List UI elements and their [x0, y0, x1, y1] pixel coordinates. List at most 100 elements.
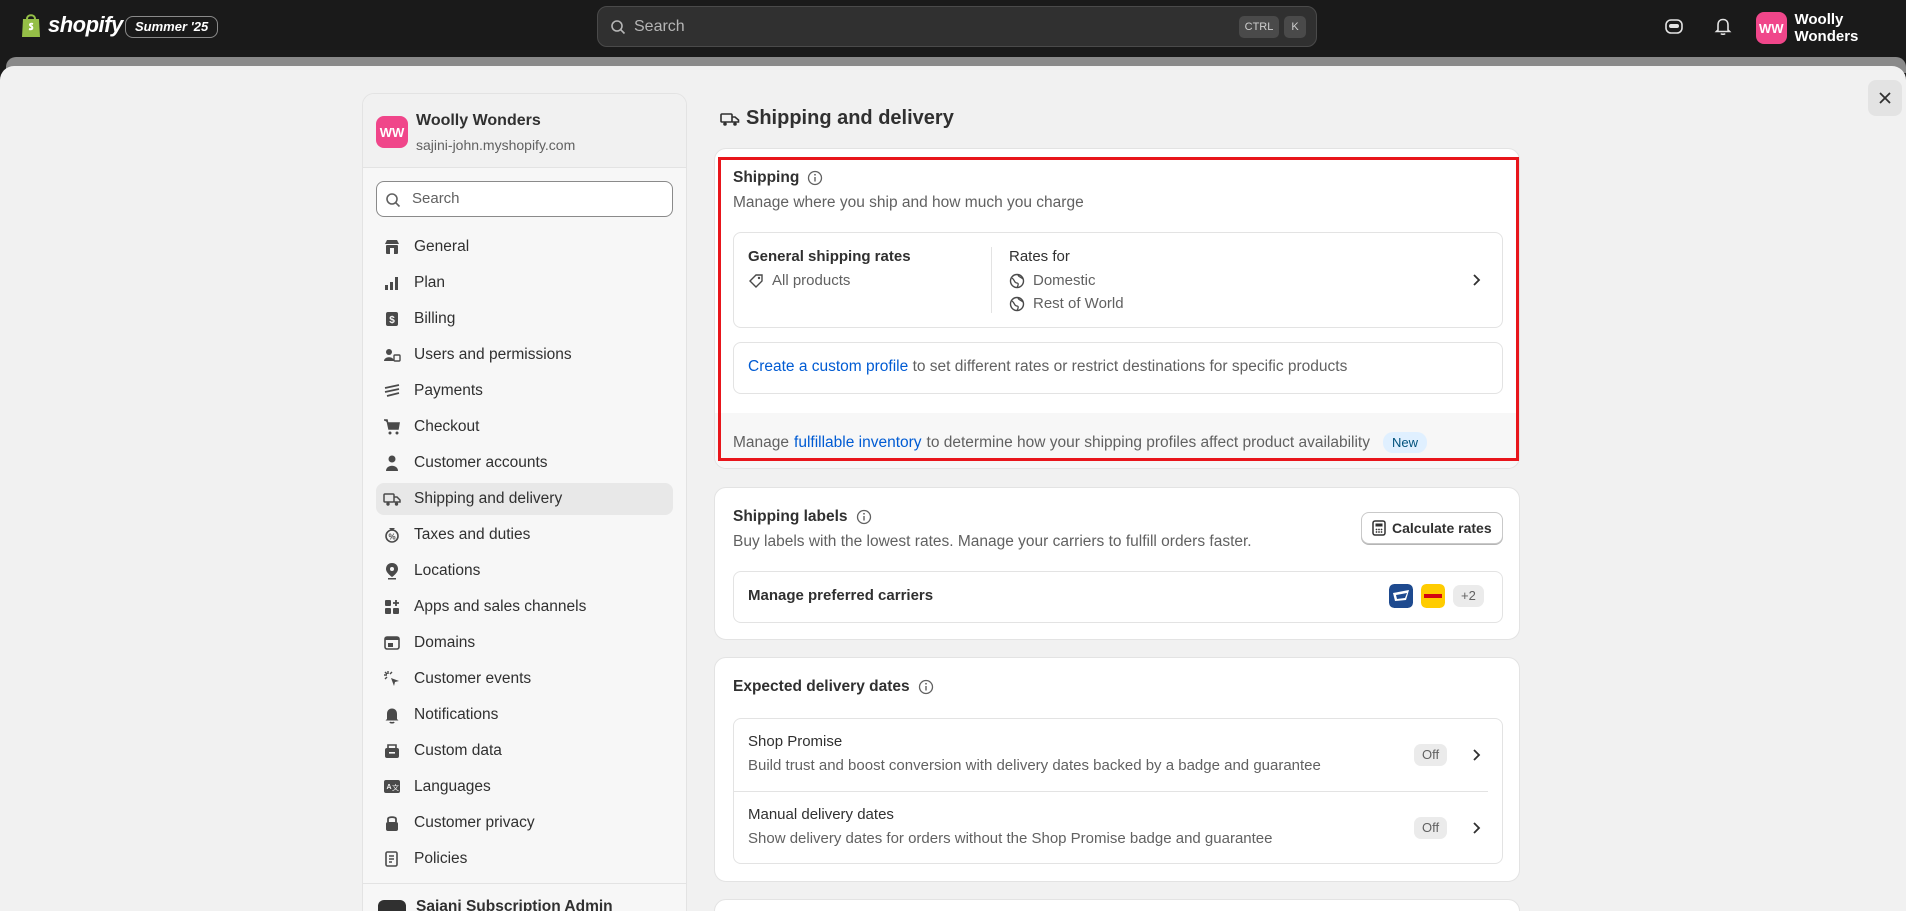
sidebar-item-locations[interactable]: Locations	[376, 555, 673, 587]
sidebar-item-plan[interactable]: Plan	[376, 267, 673, 299]
sidebar-item-customer-events[interactable]: Customer events	[376, 663, 673, 695]
custom-profile-text: to set different rates or restrict desti…	[912, 358, 1348, 375]
shipping-labels-subtitle: Buy labels with the lowest rates. Manage…	[733, 533, 1252, 550]
shipping-card-title: Shipping	[733, 169, 823, 187]
manual-delivery-subtitle: Show delivery dates for orders without t…	[748, 830, 1273, 847]
custom-data-icon	[382, 741, 402, 761]
languages-icon: A文	[382, 777, 402, 797]
sidebar-item-label: Apps and sales channels	[414, 598, 587, 615]
calculate-rates-label: Calculate rates	[1392, 520, 1492, 536]
close-settings-button[interactable]	[1868, 80, 1902, 116]
sidebar-item-domains[interactable]: Domains	[376, 627, 673, 659]
top-bar: shopify Summer '25 Search CTRL K WW Wool…	[0, 0, 1906, 56]
general-shipping-rates-row[interactable]: General shipping rates All products Rate…	[733, 232, 1503, 328]
inventory-prefix: Manage	[733, 433, 790, 451]
sidebar-item-taxes-and-duties[interactable]: % Taxes and duties	[376, 519, 673, 551]
sidebar-item-users-and-permissions[interactable]: Users and permissions	[376, 339, 673, 371]
truck-icon	[382, 489, 402, 509]
inventory-suffix: to determine how your shipping profiles …	[926, 433, 1370, 451]
chevron-right-icon	[1473, 274, 1481, 286]
taxes-icon: %	[382, 525, 402, 545]
users-icon	[382, 345, 402, 365]
sidebar-item-label: Plan	[414, 274, 446, 291]
sidebar-item-payments[interactable]: Payments	[376, 375, 673, 407]
sidebar-store-header: WW Woolly Wonders sajini-john.myshopify.…	[363, 94, 686, 168]
inventory-text-row: Manage fulfillable inventory to determin…	[733, 432, 1427, 453]
truck-icon	[720, 112, 740, 126]
next-settings-card	[714, 899, 1520, 911]
sidebar-app-item[interactable]: Sajani Subscription Admin	[363, 883, 686, 911]
sidebar-store-name: Woolly Wonders	[416, 112, 541, 129]
sidebar-item-label: Domains	[414, 634, 476, 651]
create-custom-profile-link[interactable]: Create a custom profile	[748, 358, 908, 375]
general-rates-title: General shipping rates	[748, 248, 911, 265]
store-avatar: WW	[1756, 12, 1787, 44]
calculate-rates-button[interactable]: Calculate rates	[1361, 512, 1503, 544]
all-products-text: All products	[772, 272, 851, 289]
delivery-dates-title-text: Expected delivery dates	[733, 678, 910, 695]
close-icon	[1879, 92, 1891, 104]
sidebar-item-label: Policies	[414, 850, 468, 867]
dhl-logo-icon	[1421, 584, 1445, 608]
settings-sidebar: WW Woolly Wonders sajini-john.myshopify.…	[362, 93, 687, 911]
sidebar-item-general[interactable]: General	[376, 231, 673, 263]
sidebar-item-label: Billing	[414, 310, 456, 327]
page-title: Shipping and delivery	[720, 107, 954, 130]
expected-delivery-dates-card: Expected delivery dates Shop Promise Bui…	[714, 657, 1520, 882]
custom-profile-text-row: Create a custom profile to set different…	[748, 358, 1347, 376]
manual-delivery-dates-row[interactable]: Manual delivery dates Show delivery date…	[734, 792, 1502, 864]
sidebar-item-label: Shipping and delivery	[414, 490, 563, 507]
fulfillable-inventory-link[interactable]: fulfillable inventory	[794, 434, 922, 452]
edition-badge[interactable]: Summer '25	[125, 16, 219, 38]
sidebar-item-label: Customer events	[414, 670, 532, 687]
svg-text:A: A	[386, 784, 391, 791]
cursor-click-icon	[382, 669, 402, 689]
info-icon[interactable]	[807, 170, 823, 186]
calculator-icon	[1372, 520, 1386, 536]
shopify-bag-icon	[22, 14, 40, 37]
fulfillable-inventory-footer: Manage fulfillable inventory to determin…	[715, 413, 1519, 468]
sidebar-item-customer-privacy[interactable]: Customer privacy	[376, 807, 673, 839]
bell-icon	[382, 705, 402, 725]
info-icon[interactable]	[918, 679, 934, 695]
tag-icon	[749, 273, 763, 288]
shopify-logo[interactable]: shopify	[20, 12, 123, 38]
shipping-labels-title-text: Shipping labels	[733, 508, 848, 525]
sidebar-item-custom-data[interactable]: Custom data	[376, 735, 673, 767]
lock-icon	[382, 813, 402, 833]
sidebar-item-checkout[interactable]: Checkout	[376, 411, 673, 443]
zone-rest-of-world: Rest of World	[1009, 295, 1124, 312]
bell-icon[interactable]	[1713, 16, 1733, 36]
store-switcher[interactable]: WW Woolly Wonders	[1756, 11, 1906, 45]
shopify-wordmark: shopify	[48, 12, 123, 37]
store-avatar: WW	[376, 116, 408, 148]
shop-promise-row[interactable]: Shop Promise Build trust and boost conve…	[734, 719, 1502, 791]
sidekick-icon[interactable]	[1664, 16, 1684, 36]
globe-icon	[1009, 273, 1025, 288]
manage-preferred-carriers-row[interactable]: Manage preferred carriers +2	[733, 571, 1503, 623]
sidebar-item-label: Languages	[414, 778, 491, 795]
cart-icon	[382, 417, 402, 437]
sidebar-item-shipping-and-delivery[interactable]: Shipping and delivery	[376, 483, 673, 515]
sidebar-item-billing[interactable]: $ Billing	[376, 303, 673, 335]
settings-search-input[interactable]: Search	[376, 181, 673, 217]
sidebar-item-customer-accounts[interactable]: Customer accounts	[376, 447, 673, 479]
divider	[991, 247, 992, 313]
shipping-labels-title: Shipping labels	[733, 508, 872, 526]
sidebar-item-policies[interactable]: Policies	[376, 843, 673, 875]
info-icon[interactable]	[856, 509, 872, 525]
zone-domestic: Domestic	[1009, 272, 1096, 289]
manual-delivery-title: Manual delivery dates	[748, 806, 894, 823]
settings-search-placeholder: Search	[412, 190, 460, 207]
global-search-input[interactable]: Search CTRL K	[597, 6, 1317, 47]
sidebar-item-apps-and-sales-channels[interactable]: Apps and sales channels	[376, 591, 673, 623]
delivery-dates-title: Expected delivery dates	[733, 678, 934, 696]
sidebar-item-languages[interactable]: A文 Languages	[376, 771, 673, 803]
sidebar-item-notifications[interactable]: Notifications	[376, 699, 673, 731]
shop-promise-subtitle: Build trust and boost conversion with de…	[748, 757, 1321, 774]
sidebar-item-label: Taxes and duties	[414, 526, 531, 543]
sidebar-item-label: Customer accounts	[414, 454, 548, 471]
store-name: Woolly Wonders	[1794, 11, 1859, 45]
new-badge: New	[1382, 432, 1427, 453]
custom-profile-row: Create a custom profile to set different…	[733, 342, 1503, 394]
